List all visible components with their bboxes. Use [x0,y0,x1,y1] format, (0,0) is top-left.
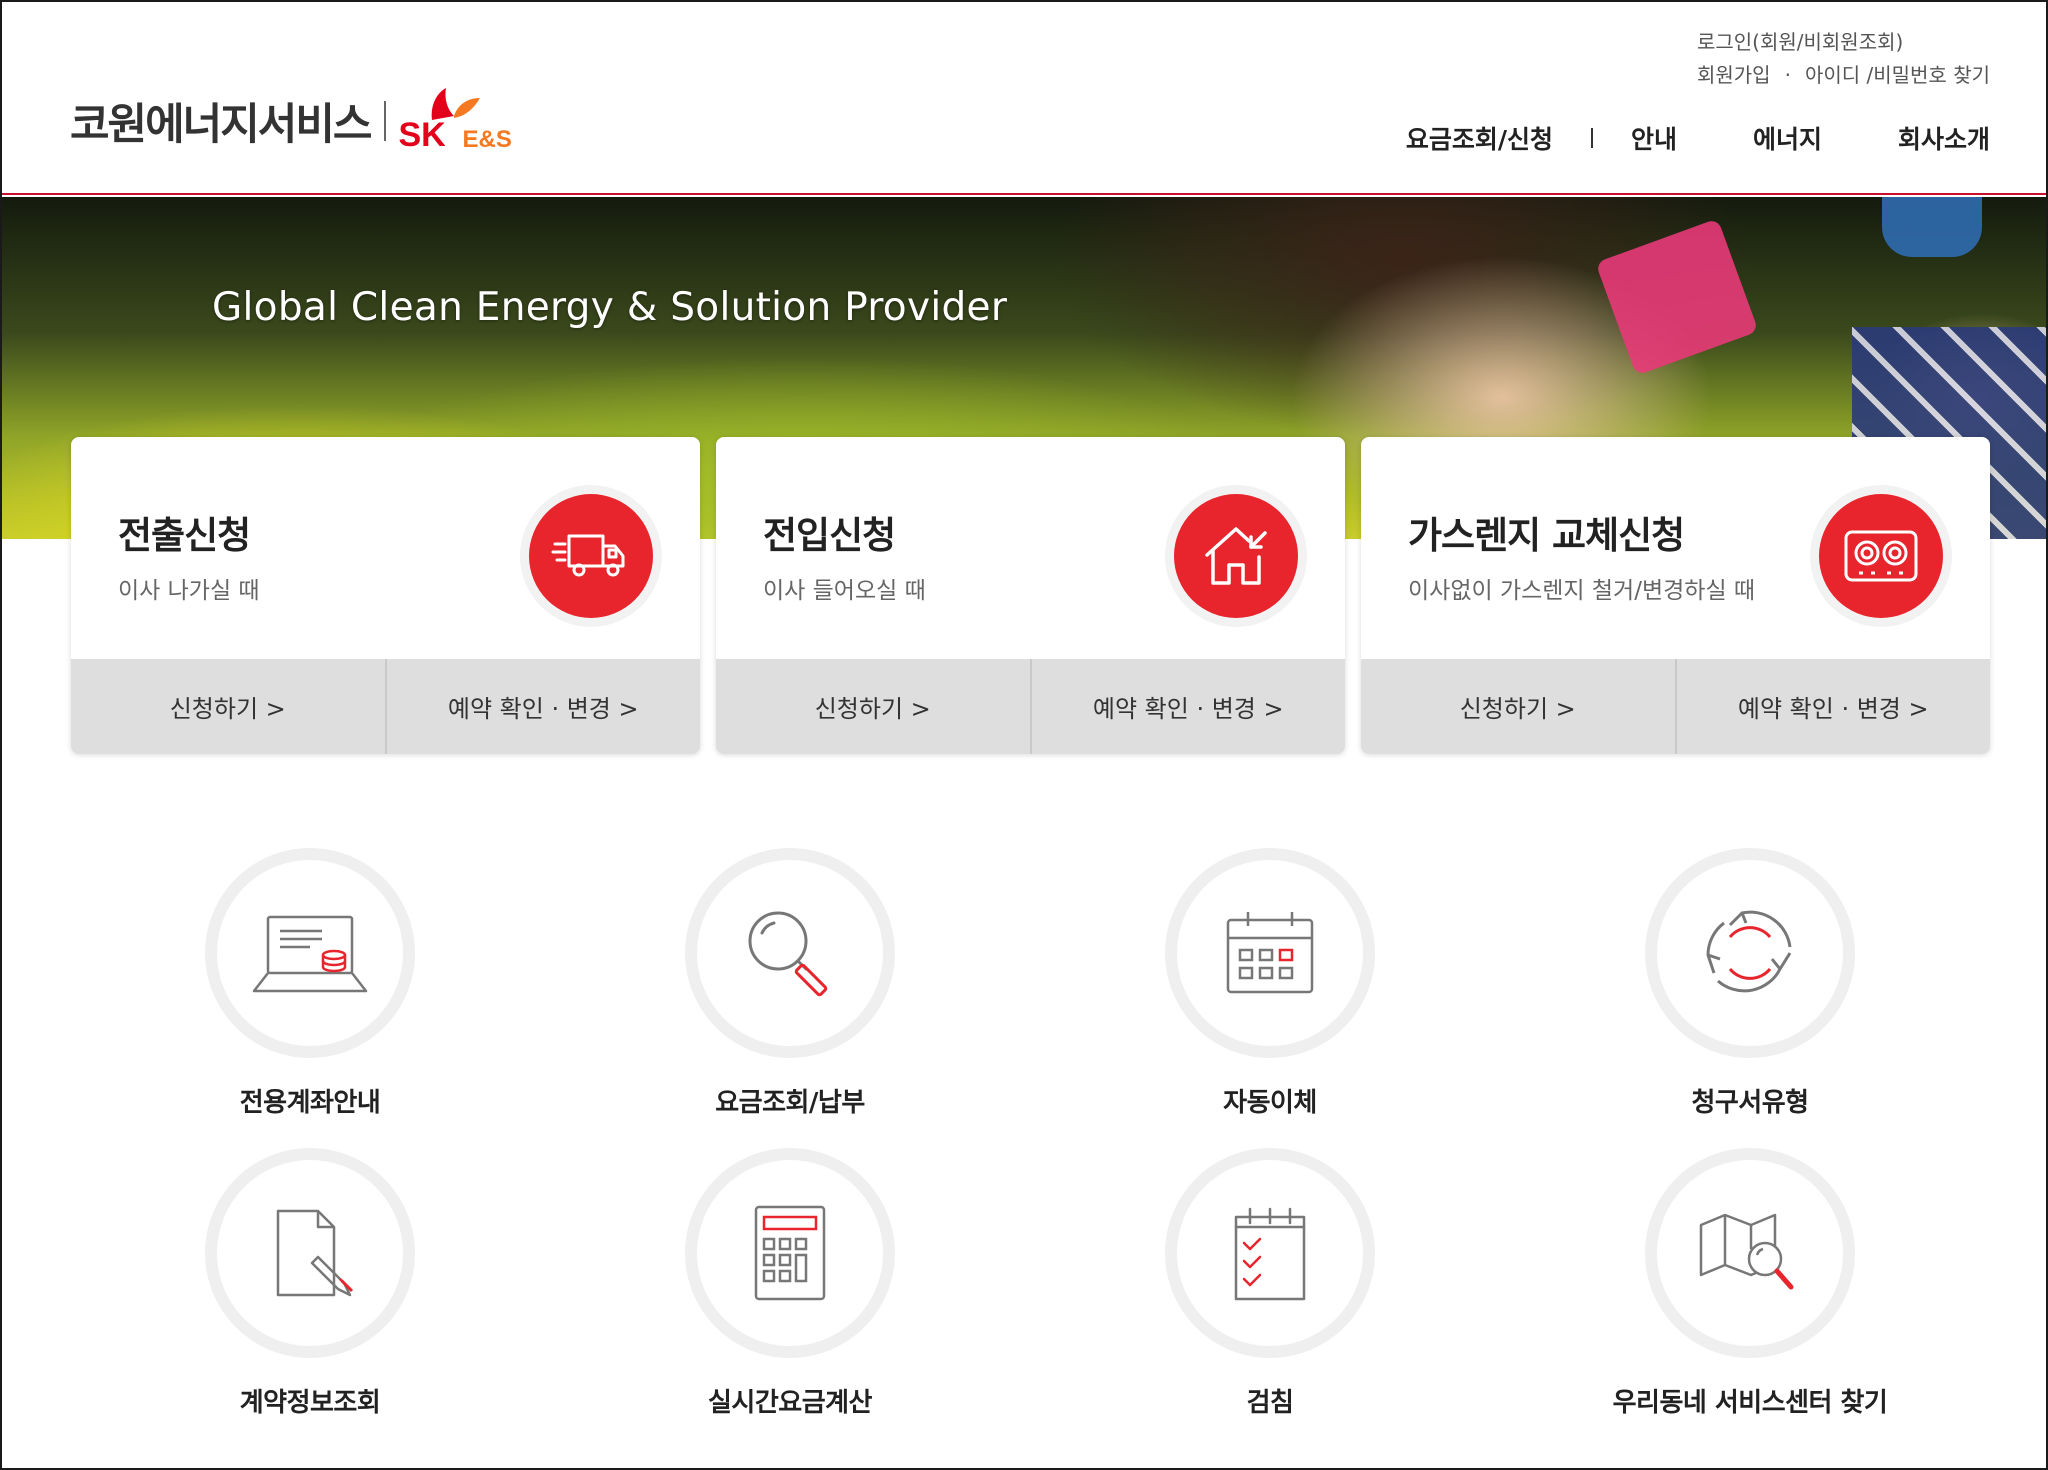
main-nav: 요금조회/신청 안내 에너지 회사소개 [1406,120,1990,156]
map-search-icon [1645,1148,1855,1358]
card-subtitle: 이사 들어오실 때 [763,578,926,604]
quick-item-label: 계약정보조회 [239,1388,381,1418]
signup-link[interactable]: 회원가입 [1697,59,1771,92]
card-move-in: 전입신청 이사 들어오실 때 신청하기 > 예약 확인 · 변경 > [716,437,1345,754]
quick-item-billing[interactable]: 요금조회/납부 [590,848,990,1119]
page-frame: 코원에너지서비스 SK E&S 로그인(회원/비회원조회) 회원가입 · 아이디… [0,0,2048,1470]
apply-button[interactable]: 신청하기 > [71,659,385,754]
quick-item-invoice-type[interactable]: 청구서유형 [1550,848,1950,1119]
quick-item-label: 청구서유형 [1691,1088,1809,1118]
quick-item-calculator[interactable]: 실시간요금계산 [590,1148,990,1419]
quick-item-autopay[interactable]: 자동이체 [1070,848,1470,1119]
site-logo[interactable]: 코원에너지서비스 SK E&S [70,86,526,156]
house-enter-icon [1174,494,1298,618]
card-title: 가스렌지 교체신청 [1408,514,1685,557]
logo-sk-text: SK [398,116,446,154]
card-subtitle: 이사 나가실 때 [118,578,260,604]
quick-item-label: 검침 [1246,1388,1294,1418]
quick-item-label: 우리동네 서비스센터 찾기 [1612,1388,1888,1418]
magnifier-icon [685,848,895,1058]
find-account-link[interactable]: 아이디 /비밀번호 찾기 [1805,59,1990,92]
quick-item-label: 요금조회/납부 [715,1088,865,1118]
hero-tagline: Global Clean Energy & Solution Provider [212,285,1008,330]
calendar-icon [1165,848,1375,1058]
reservation-button[interactable]: 예약 확인 · 변경 > [1674,659,1991,754]
card-icon-ring [1810,485,1952,627]
reservation-button[interactable]: 예약 확인 · 변경 > [1029,659,1346,754]
logo-divider [384,101,387,141]
card-actions: 신청하기 > 예약 확인 · 변경 > [1361,659,1990,754]
login-link[interactable]: 로그인(회원/비회원조회) [1697,30,1903,54]
quick-item-account[interactable]: 전용계좌안내 [110,848,510,1119]
calculator-icon [685,1148,895,1358]
recycle-arrows-icon [1645,848,1855,1058]
service-cards: 전출신청 이사 나가실 때 신청하기 > 예약 확인 · 변경 > 전입신청 이… [71,437,1991,754]
logo-es-text: E&S [462,126,512,153]
quick-item-label: 실시간요금계산 [708,1388,872,1418]
card-header: 가스렌지 교체신청 이사없이 가스렌지 철거/변경하실 때 [1361,437,1990,659]
nav-divider [1590,128,1593,148]
laptop-coins-icon [205,848,415,1058]
card-icon-ring [1165,485,1307,627]
quick-item-meter-reading[interactable]: 검침 [1070,1148,1470,1419]
card-gas-range: 가스렌지 교체신청 이사없이 가스렌지 철거/변경하실 때 신청하기 > 예약 … [1361,437,1990,754]
nav-item-guide[interactable]: 안내 [1631,120,1677,156]
nav-item-billing[interactable]: 요금조회/신청 [1406,120,1553,156]
nav-item-energy[interactable]: 에너지 [1753,120,1822,156]
hero-photo-detail [1882,197,1982,257]
card-header: 전출신청 이사 나가실 때 [71,437,700,659]
document-pen-icon [205,1148,415,1358]
reservation-button[interactable]: 예약 확인 · 변경 > [384,659,701,754]
card-move-out: 전출신청 이사 나가실 때 신청하기 > 예약 확인 · 변경 > [71,437,700,754]
card-subtitle: 이사없이 가스렌지 철거/변경하실 때 [1408,578,1756,604]
quick-item-service-center[interactable]: 우리동네 서비스센터 찾기 [1550,1148,1950,1419]
card-icon-ring [520,485,662,627]
card-title: 전출신청 [118,514,251,557]
apply-button[interactable]: 신청하기 > [1361,659,1675,754]
card-title: 전입신청 [763,514,896,557]
apply-button[interactable]: 신청하기 > [716,659,1030,754]
nav-item-company[interactable]: 회사소개 [1898,120,1990,156]
hero-photo-detail [1595,218,1759,376]
sk-logo: SK E&S [396,86,526,156]
gas-range-icon [1819,494,1943,618]
quick-item-label: 자동이체 [1223,1088,1317,1118]
logo-text: 코원에너지서비스 [70,100,372,150]
utility-links: 로그인(회원/비회원조회) 회원가입 · 아이디 /비밀번호 찾기 [1697,26,1990,92]
card-actions: 신청하기 > 예약 확인 · 변경 > [71,659,700,754]
site-header: 코원에너지서비스 SK E&S 로그인(회원/비회원조회) 회원가입 · 아이디… [2,2,2046,195]
quick-item-contract[interactable]: 계약정보조회 [110,1148,510,1419]
moving-truck-icon [529,494,653,618]
util-dot: · [1784,63,1791,87]
card-header: 전입신청 이사 들어오실 때 [716,437,1345,659]
checklist-icon [1165,1148,1375,1358]
card-actions: 신청하기 > 예약 확인 · 변경 > [716,659,1345,754]
quick-item-label: 전용계좌안내 [239,1088,381,1118]
